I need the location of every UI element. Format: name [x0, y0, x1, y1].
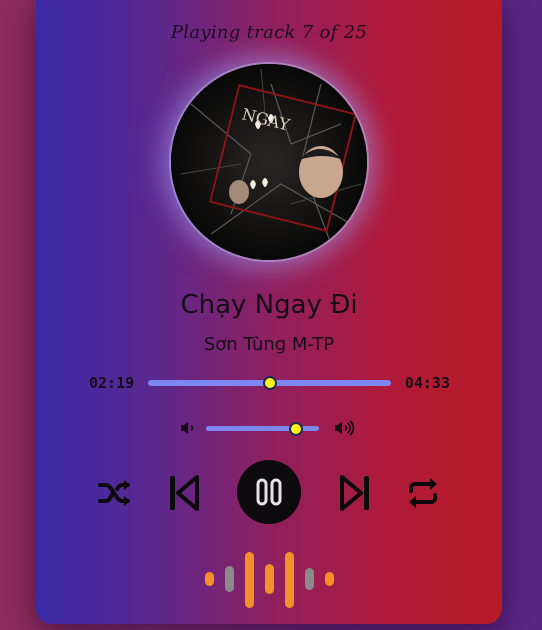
volume-knob[interactable] [289, 422, 304, 436]
wave-bar [305, 568, 314, 590]
audio-visualizer [36, 548, 502, 612]
current-time: 02:19 [89, 374, 135, 392]
playback-controls [36, 460, 502, 526]
progress-bar[interactable] [148, 376, 391, 390]
volume-control [178, 418, 358, 440]
artist-name: Sơn Tùng M-TP [203, 334, 335, 355]
volume-slider[interactable] [206, 422, 319, 436]
wave-bar [205, 572, 214, 586]
duration: 04:33 [404, 374, 450, 392]
shuffle-icon[interactable] [98, 478, 132, 508]
speaker-low-icon[interactable] [178, 418, 198, 438]
wave-bar [285, 552, 294, 608]
speaker-high-icon[interactable] [333, 418, 355, 438]
pause-icon [256, 478, 282, 506]
wave-bar [325, 572, 334, 586]
track-counter: Playing track 7 of 25 [170, 22, 368, 43]
album-art: NGAY [171, 64, 367, 260]
skip-previous-icon[interactable] [168, 474, 200, 512]
song-title: Chạy Ngay Đi [180, 290, 358, 320]
skip-next-icon[interactable] [339, 474, 371, 512]
wave-bar [265, 564, 274, 594]
progress-knob[interactable] [262, 376, 277, 390]
pause-button[interactable] [237, 460, 301, 524]
repeat-icon[interactable] [406, 476, 440, 510]
player-card: Playing track 7 of 25 NGAY Chạy Ngay Đi … [36, 0, 502, 624]
wave-bar [245, 552, 254, 608]
wave-bar [225, 566, 234, 592]
